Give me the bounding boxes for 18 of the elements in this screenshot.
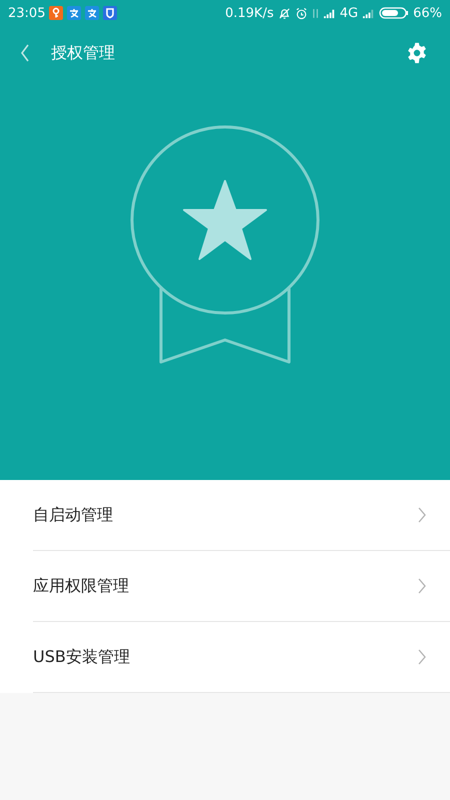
page-title: 授权管理 (51, 42, 115, 64)
menu-item[interactable]: 应用权限管理 (33, 551, 450, 622)
chevron-icon (418, 578, 426, 594)
chevron-icon (418, 507, 426, 523)
bell-muted-icon (278, 6, 291, 20)
battery-percent: 66% (413, 6, 442, 20)
key-icon (49, 6, 64, 20)
alarm-icon (294, 6, 308, 20)
menu-item[interactable]: 自启动管理 (33, 480, 450, 551)
back-icon[interactable] (20, 44, 30, 62)
chevron-icon (418, 649, 426, 665)
shield-icon (103, 6, 118, 20)
battery-icon (379, 6, 410, 20)
network-speed: 0.19K/s (225, 6, 274, 20)
menu-item[interactable]: USB安装管理 (33, 622, 450, 693)
network-type: 4G (340, 6, 358, 20)
settings-icon[interactable] (406, 42, 428, 64)
status-time: 23:05 (8, 6, 46, 20)
